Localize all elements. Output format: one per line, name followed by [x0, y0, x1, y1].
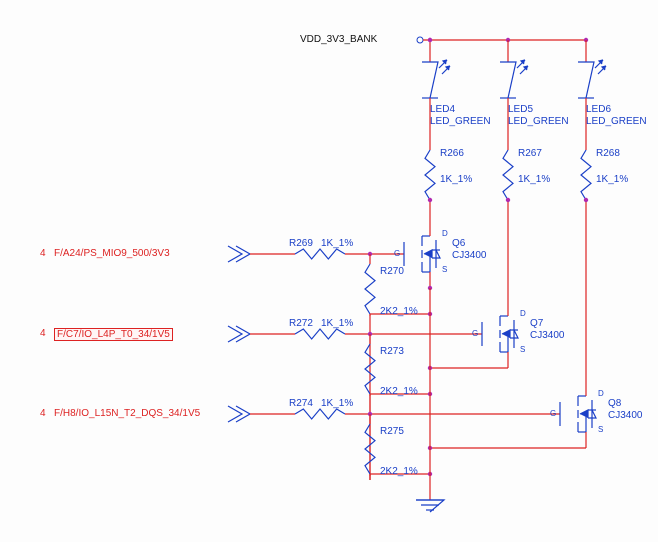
pin-s: S: [598, 426, 603, 435]
series-res-ref: R268: [596, 148, 620, 159]
pin-s: S: [442, 266, 447, 275]
mosfet-part: CJ3400: [530, 330, 564, 341]
offpage-net: F/C7/IO_L4P_T0_34/1V5: [54, 328, 173, 341]
pulldown-res-val: 2K2_1%: [380, 386, 418, 397]
mosfet-part: CJ3400: [452, 250, 486, 261]
net-power-rail: VDD_3V3_BANK: [300, 34, 377, 45]
led-ref: LED4: [430, 104, 455, 115]
led-part: LED_GREEN: [430, 116, 491, 127]
series-res-ref: R266: [440, 148, 464, 159]
gate-res-val: 1K_1%: [321, 238, 353, 249]
gate-res-ref: R269: [289, 238, 313, 249]
gate-res-val: 1K_1%: [321, 398, 353, 409]
pulldown-res-ref: R273: [380, 346, 404, 357]
pulldown-res-val: 2K2_1%: [380, 466, 418, 477]
offpage-net: F/A24/PS_MIO9_500/3V3: [54, 248, 170, 259]
mosfet-ref: Q7: [530, 318, 543, 329]
led-ref: LED5: [508, 104, 533, 115]
gate-res-val: 1K_1%: [321, 318, 353, 329]
led-ref: LED6: [586, 104, 611, 115]
pulldown-res-val: 2K2_1%: [380, 306, 418, 317]
led-part: LED_GREEN: [586, 116, 647, 127]
pulldown-res-ref: R275: [380, 426, 404, 437]
gate-res-ref: R272: [289, 318, 313, 329]
led-part: LED_GREEN: [508, 116, 569, 127]
series-res-val: 1K_1%: [596, 174, 628, 185]
series-res-val: 1K_1%: [518, 174, 550, 185]
offpage-page: 4: [40, 248, 46, 259]
pin-g: G: [394, 250, 400, 259]
gate-res-ref: R274: [289, 398, 313, 409]
mosfet-ref: Q6: [452, 238, 465, 249]
pin-s: S: [520, 346, 525, 355]
pulldown-res-ref: R270: [380, 266, 404, 277]
series-res-val: 1K_1%: [440, 174, 472, 185]
pin-d: D: [442, 230, 448, 239]
pin-d: D: [520, 310, 526, 319]
offpage-page: 4: [40, 408, 46, 419]
mosfet-part: CJ3400: [608, 410, 642, 421]
offpage-net: F/H8/IO_L15N_T2_DQS_34/1V5: [54, 408, 200, 419]
pin-g: G: [550, 410, 556, 419]
pin-d: D: [598, 390, 604, 399]
series-res-ref: R267: [518, 148, 542, 159]
pin-g: G: [472, 330, 478, 339]
mosfet-ref: Q8: [608, 398, 621, 409]
offpage-page: 4: [40, 328, 46, 339]
schematic-canvas: [0, 0, 658, 542]
